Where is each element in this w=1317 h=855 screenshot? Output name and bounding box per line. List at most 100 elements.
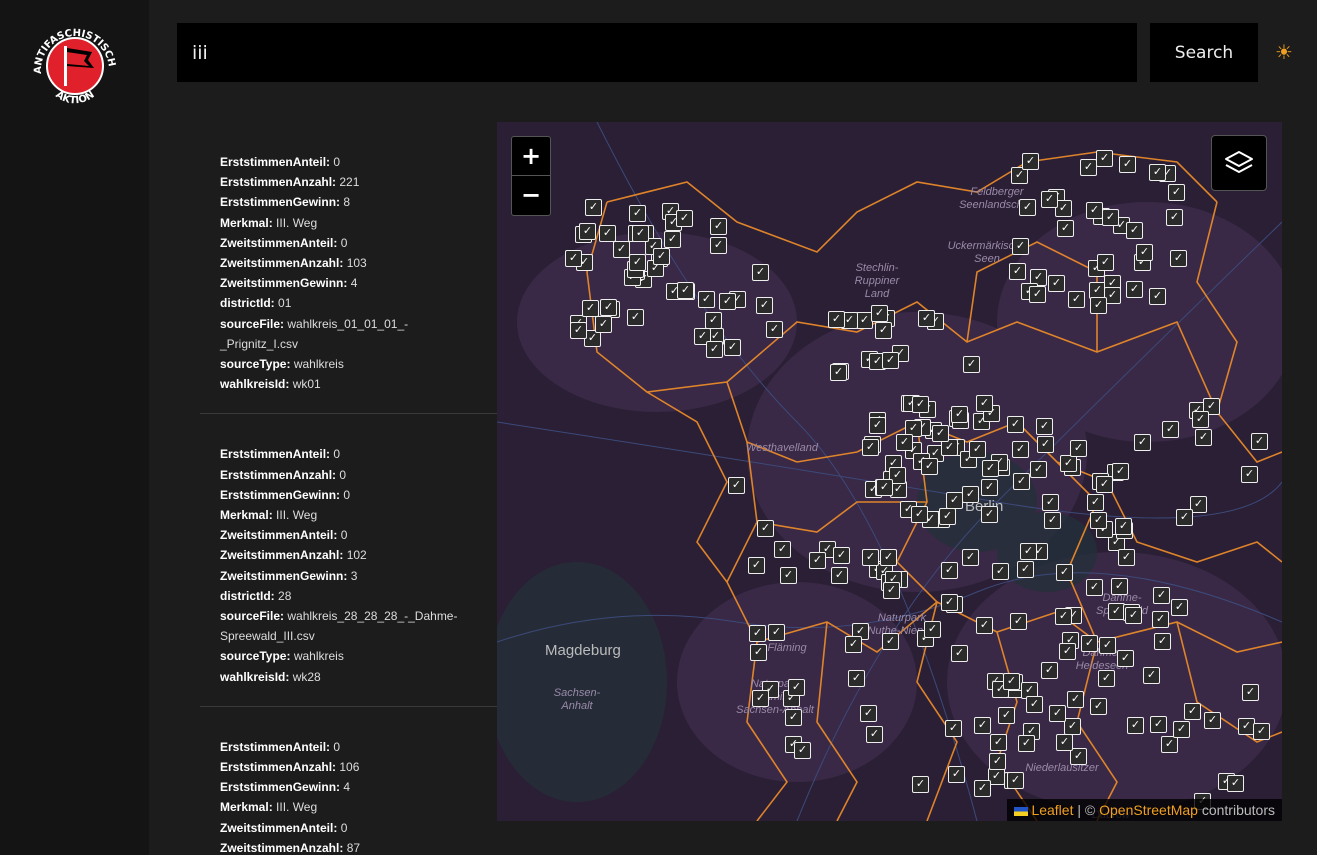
checkbox-icon[interactable]: ✓ [1251, 433, 1268, 450]
checkbox-icon[interactable]: ✓ [990, 734, 1007, 751]
checkbox-icon[interactable]: ✓ [1102, 209, 1119, 226]
checkbox-icon[interactable]: ✓ [883, 582, 900, 599]
checkbox-icon[interactable]: ✓ [1119, 156, 1136, 173]
checkbox-icon[interactable]: ✓ [989, 753, 1006, 770]
checkbox-icon[interactable]: ✓ [719, 293, 736, 310]
checkbox-icon[interactable]: ✓ [1070, 440, 1087, 457]
checkbox-icon[interactable]: ✓ [710, 218, 727, 235]
checkbox-icon[interactable]: ✓ [1036, 418, 1053, 435]
checkbox-icon[interactable]: ✓ [1242, 684, 1259, 701]
checkbox-icon[interactable]: ✓ [876, 479, 893, 496]
checkbox-icon[interactable]: ✓ [1064, 718, 1081, 735]
checkbox-icon[interactable]: ✓ [912, 776, 929, 793]
checkbox-icon[interactable]: ✓ [1013, 473, 1030, 490]
checkbox-icon[interactable]: ✓ [788, 679, 805, 696]
checkbox-icon[interactable]: ✓ [974, 717, 991, 734]
checkbox-icon[interactable]: ✓ [1227, 775, 1244, 792]
checkbox-icon[interactable]: ✓ [756, 297, 773, 314]
checkbox-icon[interactable]: ✓ [698, 291, 715, 308]
result-card[interactable]: ErststimmenAnteil: 0 ErststimmenAnzahl: 1… [200, 707, 497, 855]
checkbox-icon[interactable]: ✓ [924, 621, 941, 638]
checkbox-icon[interactable]: ✓ [1112, 463, 1129, 480]
checkbox-icon[interactable]: ✓ [981, 506, 998, 523]
checkbox-icon[interactable]: ✓ [780, 567, 797, 584]
checkbox-icon[interactable]: ✓ [976, 395, 993, 412]
checkbox-icon[interactable]: ✓ [766, 321, 783, 338]
checkbox-icon[interactable]: ✓ [1055, 608, 1072, 625]
checkbox-icon[interactable]: ✓ [1126, 222, 1143, 239]
checkbox-icon[interactable]: ✓ [1090, 297, 1107, 314]
checkbox-icon[interactable]: ✓ [1041, 662, 1058, 679]
checkbox-icon[interactable]: ✓ [860, 705, 877, 722]
checkbox-icon[interactable]: ✓ [632, 225, 649, 242]
checkbox-icon[interactable]: ✓ [757, 520, 774, 537]
checkbox-icon[interactable]: ✓ [677, 282, 694, 299]
checkbox-icon[interactable]: ✓ [941, 594, 958, 611]
checkbox-icon[interactable]: ✓ [1007, 416, 1024, 433]
checkbox-icon[interactable]: ✓ [1161, 736, 1178, 753]
checkbox-icon[interactable]: ✓ [921, 458, 938, 475]
checkbox-icon[interactable]: ✓ [833, 547, 850, 564]
checkbox-icon[interactable]: ✓ [1087, 494, 1104, 511]
checkbox-icon[interactable]: ✓ [1037, 436, 1054, 453]
checkbox-icon[interactable]: ✓ [1048, 275, 1065, 292]
checkbox-icon[interactable]: ✓ [941, 562, 958, 579]
checkbox-icon[interactable]: ✓ [912, 396, 929, 413]
checkbox-icon[interactable]: ✓ [1020, 543, 1037, 560]
checkbox-icon[interactable]: ✓ [750, 644, 767, 661]
checkbox-icon[interactable]: ✓ [1125, 607, 1142, 624]
checkbox-icon[interactable]: ✓ [962, 486, 979, 503]
checkbox-icon[interactable]: ✓ [1007, 772, 1024, 789]
checkbox-icon[interactable]: ✓ [565, 250, 582, 267]
checkbox-icon[interactable]: ✓ [1022, 153, 1039, 170]
checkbox-icon[interactable]: ✓ [706, 341, 723, 358]
checkbox-icon[interactable]: ✓ [794, 742, 811, 759]
checkbox-icon[interactable]: ✓ [579, 223, 596, 240]
checkbox-icon[interactable]: ✓ [882, 633, 899, 650]
checkbox-icon[interactable]: ✓ [880, 549, 897, 566]
checkbox-icon[interactable]: ✓ [774, 541, 791, 558]
checkbox-icon[interactable]: ✓ [1080, 159, 1097, 176]
checkbox-icon[interactable]: ✓ [1118, 549, 1135, 566]
checkbox-icon[interactable]: ✓ [1041, 191, 1058, 208]
checkbox-icon[interactable]: ✓ [585, 199, 602, 216]
checkbox-icon[interactable]: ✓ [1026, 696, 1043, 713]
checkbox-icon[interactable]: ✓ [1081, 635, 1098, 652]
checkbox-icon[interactable]: ✓ [582, 300, 599, 317]
checkbox-icon[interactable]: ✓ [1168, 184, 1185, 201]
checkbox-icon[interactable]: ✓ [1086, 579, 1103, 596]
checkbox-icon[interactable]: ✓ [629, 254, 646, 271]
checkbox-icon[interactable]: ✓ [1090, 698, 1107, 715]
checkbox-icon[interactable]: ✓ [1134, 434, 1151, 451]
checkbox-icon[interactable]: ✓ [939, 508, 956, 525]
checkbox-icon[interactable]: ✓ [911, 506, 928, 523]
checkbox-icon[interactable]: ✓ [982, 460, 999, 477]
checkbox-icon[interactable]: ✓ [974, 780, 991, 797]
checkbox-icon[interactable]: ✓ [1012, 441, 1029, 458]
checkbox-icon[interactable]: ✓ [1070, 748, 1087, 765]
checkbox-icon[interactable]: ✓ [830, 364, 847, 381]
checkbox-icon[interactable]: ✓ [1044, 512, 1061, 529]
sun-icon[interactable]: ☀ [1270, 38, 1298, 66]
checkbox-icon[interactable]: ✓ [963, 356, 980, 373]
checkbox-icon[interactable]: ✓ [998, 707, 1015, 724]
checkbox-icon[interactable]: ✓ [1195, 429, 1212, 446]
checkbox-icon[interactable]: ✓ [932, 425, 949, 442]
checkbox-icon[interactable]: ✓ [1099, 637, 1116, 654]
checkbox-icon[interactable]: ✓ [948, 766, 965, 783]
checkbox-icon[interactable]: ✓ [1162, 421, 1179, 438]
checkbox-icon[interactable]: ✓ [629, 205, 646, 222]
checkbox-icon[interactable]: ✓ [1097, 254, 1114, 271]
checkbox-icon[interactable]: ✓ [785, 709, 802, 726]
result-card[interactable]: ErststimmenAnteil: 0 ErststimmenAnzahl: 0… [200, 414, 497, 707]
checkbox-icon[interactable]: ✓ [862, 439, 879, 456]
checkbox-icon[interactable]: ✓ [1017, 561, 1034, 578]
checkbox-icon[interactable]: ✓ [809, 552, 826, 569]
checkbox-icon[interactable]: ✓ [871, 305, 888, 322]
checkbox-icon[interactable]: ✓ [1136, 244, 1153, 261]
checkbox-icon[interactable]: ✓ [869, 417, 886, 434]
checkbox-icon[interactable]: ✓ [1170, 250, 1187, 267]
map[interactable]: Feldberger Seenlandschaft Uckermärkische … [497, 122, 1282, 821]
checkbox-icon[interactable]: ✓ [1171, 599, 1188, 616]
checkbox-icon[interactable]: ✓ [613, 241, 630, 258]
